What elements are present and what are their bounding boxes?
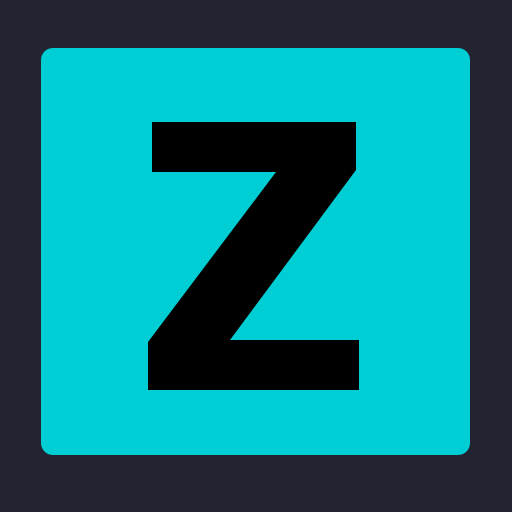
letter-z-icon bbox=[148, 122, 359, 390]
app-icon bbox=[0, 0, 512, 512]
z-letter-shape bbox=[148, 122, 359, 390]
